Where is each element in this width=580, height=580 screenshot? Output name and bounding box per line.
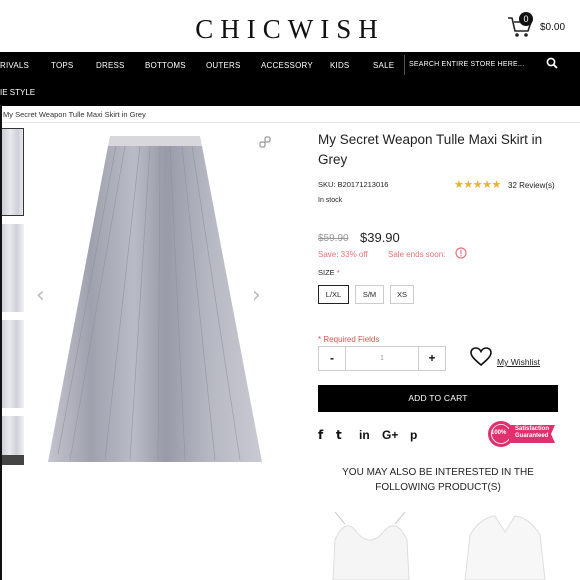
nav-item-tops[interactable]: TOPS (51, 61, 73, 70)
nav-item-sale[interactable]: SALE (373, 61, 394, 70)
thumbnail-2[interactable] (0, 224, 24, 312)
nav-item-kids[interactable]: KIDS (330, 61, 349, 70)
original-price: $59.90 (318, 233, 349, 244)
nav-item-bottoms[interactable]: BOTTOMS (145, 61, 186, 70)
related-heading: YOU MAY ALSO BE INTERESTED IN THE FOLLOW… (342, 467, 534, 493)
nav-item-dress[interactable]: DRESS (96, 61, 125, 70)
clock-icon (455, 247, 467, 259)
thumbnail-scrollbar[interactable] (0, 455, 24, 465)
divider (0, 122, 580, 123)
linkedin-icon[interactable]: in (359, 428, 370, 442)
cart-total[interactable]: $0.00 (540, 22, 565, 33)
twitter-icon[interactable]: t (336, 428, 342, 442)
stock-status: In stock (318, 197, 343, 204)
nav-item-arrivals[interactable]: RIVALS (0, 61, 29, 70)
nav-item-outers[interactable]: OUTERS (206, 61, 241, 70)
review-count[interactable]: 32 Review(s) (508, 181, 555, 190)
size-option-l-xl[interactable]: L/XL (318, 285, 349, 304)
quantity-minus-button[interactable]: - (319, 347, 345, 370)
site-header: CHICWISH (0, 0, 580, 52)
link-icon[interactable] (259, 136, 271, 148)
thumbnail-3[interactable] (0, 320, 24, 408)
sale-price: $39.90 (360, 230, 400, 245)
site-logo[interactable]: CHICWISH (0, 14, 580, 45)
heart-icon[interactable] (470, 347, 492, 367)
related-product-image-1[interactable] (325, 510, 415, 580)
quantity-plus-button[interactable]: + (419, 347, 445, 370)
chevron-right-icon[interactable]: › (252, 283, 261, 308)
search-icon[interactable] (546, 57, 558, 69)
thumbnail-1[interactable] (0, 128, 24, 216)
pinterest-icon[interactable]: p (410, 428, 417, 442)
sale-ends-text: Sale ends soon: (388, 250, 446, 259)
search-placeholder[interactable]: SEARCH ENTIRE STORE HERE... (409, 61, 524, 68)
product-image (30, 124, 280, 470)
nav-item-style[interactable]: IE STYLE (0, 88, 35, 97)
google-plus-icon[interactable]: G+ (382, 428, 398, 442)
thumbnail-4[interactable] (0, 416, 24, 456)
required-mark: * (336, 268, 340, 277)
size-label: SIZE * (318, 268, 340, 277)
discount-text: Save: 33% off (318, 250, 368, 259)
chevron-left-icon[interactable]: ‹ (36, 283, 45, 308)
product-title: My Secret Weapon Tulle Maxi Skirt in Gre… (318, 132, 543, 167)
size-option-xs[interactable]: XS (390, 285, 414, 304)
quantity-stepper: - 1 + (318, 346, 446, 371)
quantity-input[interactable]: 1 (345, 347, 419, 370)
cart-count-badge: 0 (519, 12, 533, 26)
product-sku: SKU: B20171213016 (318, 180, 389, 189)
add-to-cart-button[interactable]: ADD TO CART (318, 385, 558, 412)
breadcrumb[interactable]: My Secret Weapon Tulle Maxi Skirt in Gre… (3, 110, 146, 119)
wishlist-link[interactable]: My Wishlist (497, 357, 540, 367)
page-edge (0, 105, 2, 580)
nav-item-accessory[interactable]: ACCESSORY (261, 61, 313, 70)
rating-stars[interactable]: ★★★★★ (454, 178, 501, 191)
required-fields-note: * Required Fields (318, 335, 380, 344)
size-option-s-m[interactable]: S/M (355, 285, 384, 304)
related-product-image-2[interactable] (455, 510, 555, 580)
badge-percent: 100% (491, 430, 507, 436)
badge-label: Satisfaction Guaranteed (515, 426, 550, 439)
facebook-icon[interactable]: f (318, 428, 323, 442)
